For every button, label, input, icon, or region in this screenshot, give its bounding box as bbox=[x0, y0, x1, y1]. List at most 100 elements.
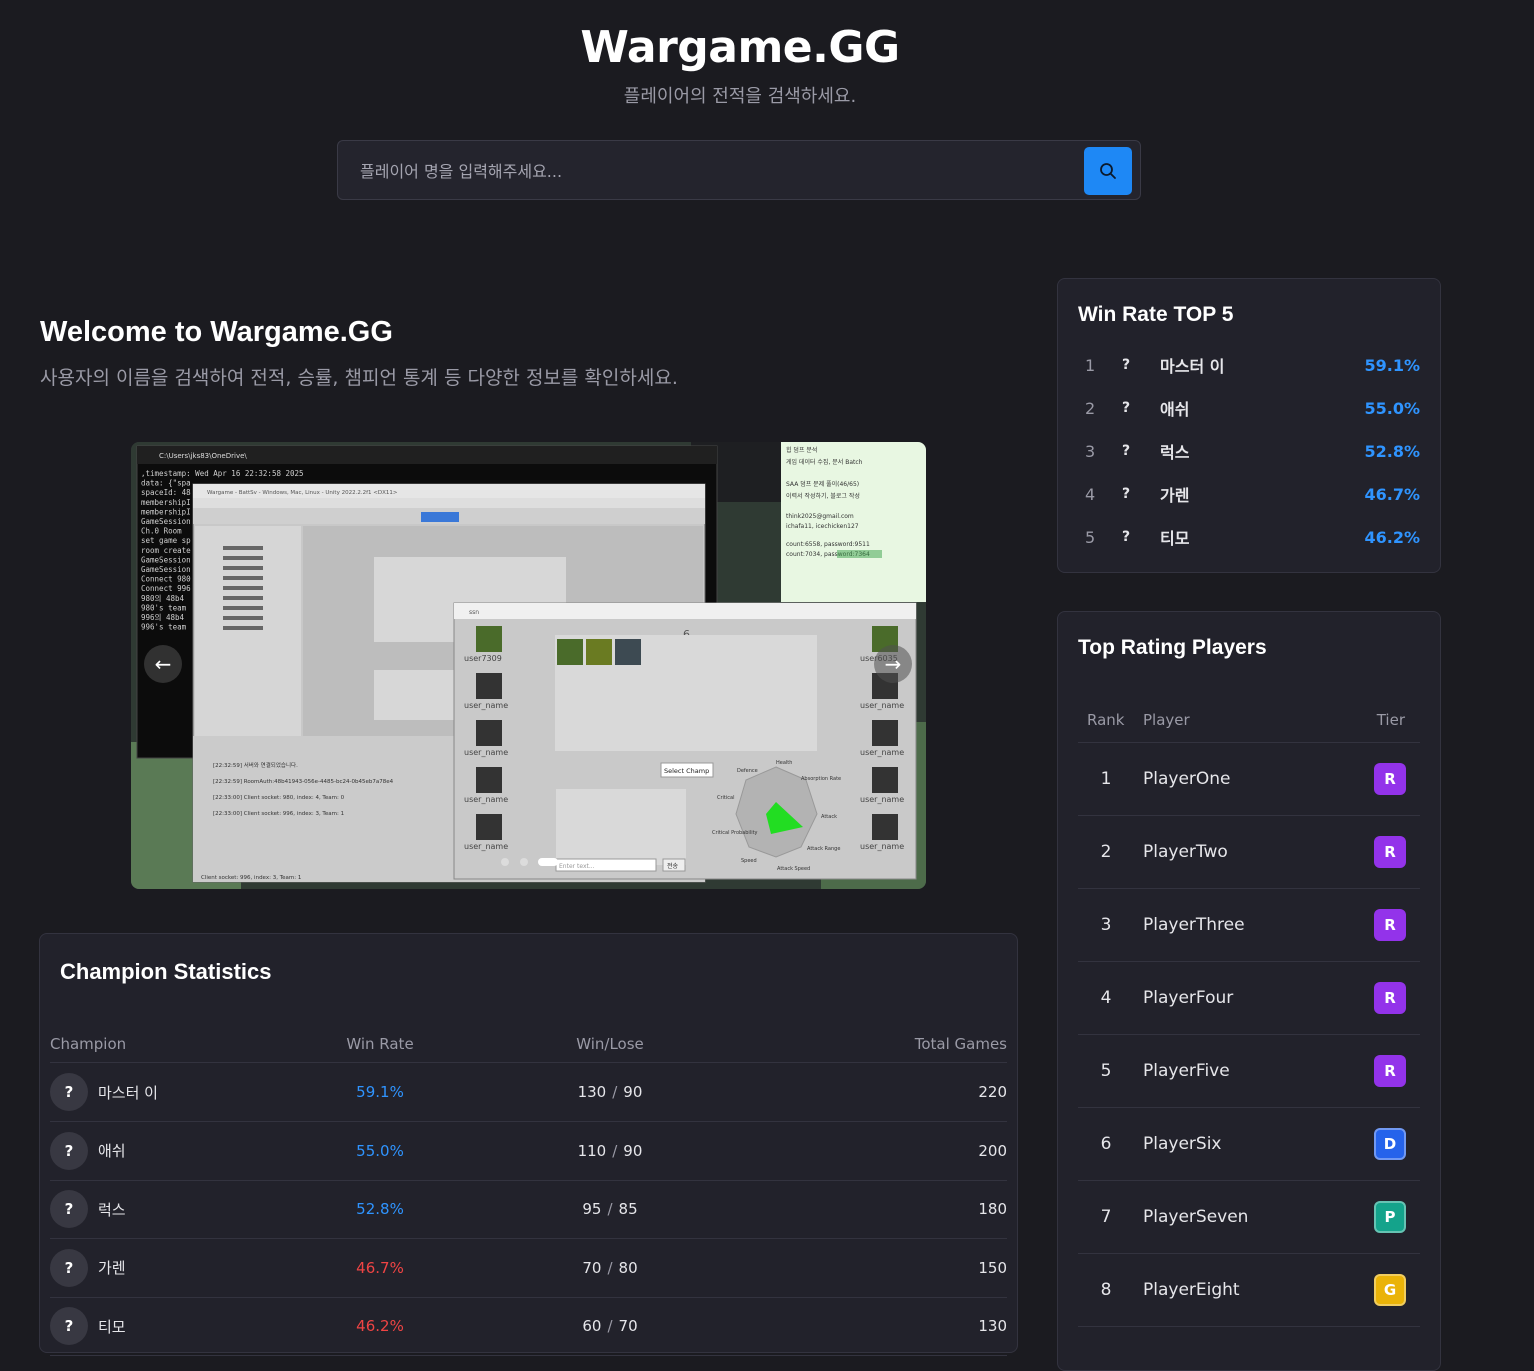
champion-name[interactable]: 마스터 이 bbox=[98, 1082, 158, 1103]
win-rate-cell: 46.2% bbox=[356, 1317, 404, 1335]
total-games-cell: 130 bbox=[978, 1317, 1007, 1335]
radar-label: Absorption Rate bbox=[801, 776, 841, 782]
wins-value: 110 bbox=[577, 1141, 607, 1160]
champion-icon: ? bbox=[50, 1131, 88, 1170]
game-send-button: 전송 bbox=[667, 862, 679, 870]
table-row[interactable]: ? 애쉬 55.0% 110 / 90 200 bbox=[50, 1122, 1007, 1181]
list-item[interactable]: 2? 애쉬 55.0% bbox=[1078, 393, 1420, 423]
champion-icon: ? bbox=[50, 1307, 88, 1345]
champion-name[interactable]: 티모 bbox=[98, 1316, 126, 1337]
radar-label: Health bbox=[776, 760, 792, 766]
table-row[interactable]: 4 PlayerFour R bbox=[1078, 962, 1420, 1035]
list-item[interactable]: 4? 가렌 46.7% bbox=[1078, 479, 1420, 509]
list-item[interactable]: 1? 마스터 이 59.1% bbox=[1078, 350, 1420, 380]
champion-name[interactable]: 가렌 bbox=[98, 1257, 126, 1278]
win-lose-separator: / bbox=[607, 1200, 613, 1218]
terminal-line: membershipI bbox=[141, 507, 191, 516]
hierarchy-item bbox=[223, 626, 263, 630]
terminal-line: GameSession bbox=[141, 517, 191, 526]
list-item[interactable]: 5? 티모 46.2% bbox=[1078, 522, 1420, 552]
table-row[interactable]: 6 PlayerSix D bbox=[1078, 1108, 1420, 1181]
header-champion: Champion bbox=[50, 1035, 127, 1053]
site-logo[interactable]: Wargame.GG bbox=[0, 22, 1480, 74]
terminal-line: GameSession bbox=[141, 565, 191, 574]
win-lose-separator: / bbox=[607, 1258, 613, 1277]
player-slot-name: user_name bbox=[464, 795, 508, 804]
champion-name[interactable]: 럭스 bbox=[98, 1199, 126, 1220]
champion-cell: ? 티모 bbox=[50, 1297, 126, 1355]
win-lose-cell: 95 / 85 bbox=[540, 1180, 680, 1238]
player-name[interactable]: PlayerFive bbox=[1143, 1035, 1230, 1107]
radar-label: Critical bbox=[717, 795, 735, 801]
hierarchy-item bbox=[223, 596, 263, 600]
win-lose-separator: / bbox=[612, 1141, 618, 1160]
tier-badge: G bbox=[1374, 1274, 1406, 1306]
rank-number: 1 bbox=[1085, 355, 1096, 375]
table-row[interactable]: ? 럭스 52.8% 95 / 85 180 bbox=[50, 1180, 1007, 1239]
champion-icon: ? bbox=[1122, 529, 1131, 545]
notes-line: think2025@gmail.com bbox=[786, 513, 854, 520]
player-name[interactable]: PlayerSeven bbox=[1143, 1181, 1248, 1253]
table-row[interactable]: ? 가렌 46.7% 70 / 80 150 bbox=[50, 1239, 1007, 1298]
hierarchy-item bbox=[223, 556, 263, 560]
notes-line: count:6558, password:9511 bbox=[786, 541, 870, 548]
total-games-cell: 150 bbox=[978, 1258, 1007, 1277]
table-row[interactable]: 1 PlayerOne R bbox=[1078, 743, 1420, 816]
player-name[interactable]: PlayerEight bbox=[1143, 1254, 1240, 1326]
table-row[interactable]: ? 티모 46.2% 60 / 70 130 bbox=[50, 1297, 1007, 1356]
win-rate-value: 59.1% bbox=[1364, 355, 1420, 375]
search-icon bbox=[1100, 163, 1116, 179]
champion-icon: ? bbox=[50, 1190, 88, 1228]
win-rate-value: 46.2% bbox=[1364, 527, 1420, 547]
player-name[interactable]: PlayerFour bbox=[1143, 962, 1233, 1034]
terminal-line: room create bbox=[141, 546, 191, 555]
win-rate-top5-panel: Win Rate TOP 5 1? 마스터 이 59.1% 2? 애쉬 55.0% 3? 럭스… bbox=[1057, 278, 1441, 573]
carousel-next-button[interactable]: → bbox=[874, 645, 912, 683]
table-row[interactable]: 5 PlayerFive R bbox=[1078, 1035, 1420, 1108]
carousel-prev-button[interactable]: ← bbox=[144, 645, 182, 683]
list-item[interactable]: 3? 럭스 52.8% bbox=[1078, 436, 1420, 466]
welcome-section: Welcome to Wargame.GG 사용자의 이름을 검색하여 전적, … bbox=[40, 316, 678, 390]
losses-value: 85 bbox=[618, 1200, 638, 1218]
champion-name: 티모 bbox=[1160, 529, 1190, 548]
screenshot-carousel[interactable]: 힙 덤프 분석 게임 데이터 수집, 문서 Batch SAA 덤프 문제 풀이… bbox=[131, 442, 926, 889]
champion-name: 가렌 bbox=[1160, 486, 1190, 505]
champion-name[interactable]: 애쉬 bbox=[98, 1140, 126, 1161]
player-name[interactable]: PlayerThree bbox=[1143, 889, 1245, 961]
terminal-line: spaceId: 48 bbox=[141, 488, 191, 497]
player-slot-name: user_name bbox=[860, 701, 904, 710]
player-name[interactable]: PlayerTwo bbox=[1143, 816, 1228, 888]
search-button[interactable] bbox=[1084, 147, 1132, 195]
hierarchy-item bbox=[223, 576, 263, 580]
player-name[interactable]: PlayerOne bbox=[1143, 743, 1231, 815]
rank-number: 4 bbox=[1100, 988, 1112, 1008]
player-slot bbox=[476, 673, 502, 699]
table-row[interactable]: 2 PlayerTwo R bbox=[1078, 816, 1420, 889]
notes-line: 힙 덤프 분석 bbox=[786, 446, 817, 454]
table-row[interactable]: ? 마스터 이 59.1% 130 / 90 220 bbox=[50, 1063, 1007, 1122]
table-row[interactable]: 8 PlayerEight G bbox=[1078, 1254, 1420, 1327]
player-search-input[interactable] bbox=[358, 141, 1082, 201]
player-name[interactable]: PlayerSix bbox=[1143, 1108, 1221, 1180]
notes-line: ichafa11, icechicken127 bbox=[786, 523, 859, 530]
welcome-title: Welcome to Wargame.GG bbox=[40, 316, 393, 348]
console-line: [22:33:00] Client socket: 996, index: 3,… bbox=[213, 811, 344, 817]
table-row[interactable]: 7 PlayerSeven P bbox=[1078, 1181, 1420, 1254]
tier-badge: R bbox=[1374, 763, 1406, 795]
win-rate-cell: 52.8% bbox=[356, 1200, 404, 1218]
win-rate-value: 52.8% bbox=[1364, 441, 1420, 461]
terminal-line: Connect 980 bbox=[141, 575, 191, 584]
console-line: [22:32:59] RoomAuth:48b41943-056e-4485-b… bbox=[213, 779, 394, 785]
champion-table-header: Champion Win Rate Win/Lose Total Games bbox=[50, 1026, 1007, 1063]
rank-number: 6 bbox=[1100, 1134, 1112, 1154]
hierarchy-item bbox=[223, 566, 263, 570]
win-rate-value: 55.0% bbox=[1364, 398, 1420, 418]
table-row[interactable]: 3 PlayerThree R bbox=[1078, 889, 1420, 962]
win-rate-value: 46.7% bbox=[1364, 484, 1420, 504]
game-text-input: Enter text... bbox=[559, 863, 595, 870]
radar-label: Attack Speed bbox=[777, 866, 810, 872]
notes-line: 이력서 작성하기, 블로그 작성 bbox=[786, 492, 860, 500]
site-header: Wargame.GG 플레이어의 전적을 검색하세요. bbox=[0, 22, 1480, 108]
total-games-cell: 200 bbox=[978, 1141, 1007, 1160]
player-slot bbox=[476, 720, 502, 746]
